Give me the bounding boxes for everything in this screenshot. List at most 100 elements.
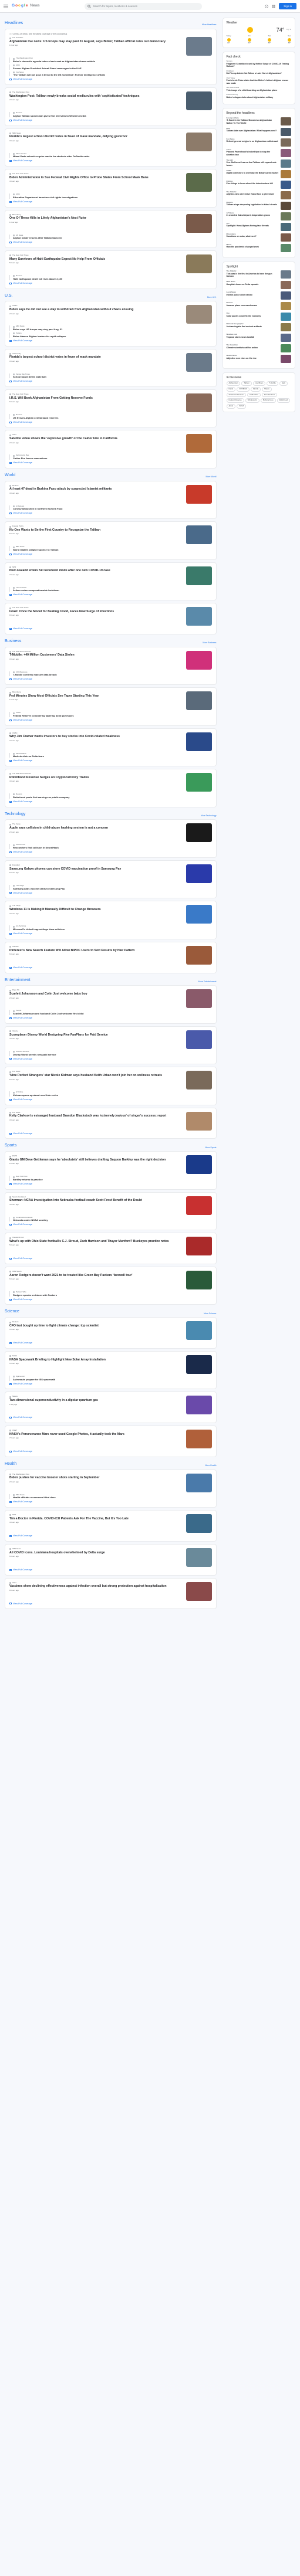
story-headline[interactable]: Aaron Rodgers doesn't want 2021 to be tr… [9, 1274, 181, 1278]
full-coverage-link[interactable]: View Full Coverage [9, 678, 212, 681]
sidebar-story-thumbnail[interactable] [281, 333, 291, 342]
sidebar-story[interactable]: Vox Spotlight: How Afghans fleeing face t… [227, 222, 291, 231]
related-story[interactable]: CNN Education Department launches civil r… [9, 193, 212, 199]
related-headline[interactable]: Health officials recommend third dose [13, 1496, 212, 1499]
full-coverage-label[interactable]: View Full Coverage [13, 1342, 32, 1345]
full-coverage-link[interactable]: View Full Coverage [9, 340, 212, 342]
coverage-text[interactable]: COVID-19 news: See the latest coverage o… [13, 33, 68, 35]
sidebar-story-thumbnail[interactable] [281, 312, 291, 321]
sidebar-story-thumbnail[interactable] [281, 280, 291, 289]
sidebar-story-thumbnail[interactable] [281, 159, 291, 168]
full-coverage-label[interactable]: View Full Coverage [13, 1017, 32, 1020]
story-thumbnail[interactable] [186, 91, 212, 111]
story-thumbnail[interactable] [186, 1270, 212, 1289]
related-headline[interactable]: Biden's domestic agenda takes a back sea… [13, 60, 212, 63]
story-thumbnail[interactable] [186, 864, 212, 883]
sidebar-story-thumbnail[interactable] [281, 344, 291, 352]
sidebar-story[interactable]: The Guardian Climate scientists call for … [227, 344, 291, 352]
lead-story[interactable]: USA Today Florida's largest school distri… [9, 352, 212, 372]
fact-check-claim[interactable]: Fragment Scrambled used by Nether Surge … [227, 63, 291, 68]
section-title[interactable]: Business [5, 639, 21, 644]
lead-story[interactable]: Bloomberg Fed Minutes Show Most Officials… [9, 691, 212, 711]
source-name[interactable]: Foreign Policy [12, 525, 23, 528]
related-source-name[interactable]: Orlando Sentinel [16, 1050, 29, 1053]
topic-chip[interactable]: Kabul [226, 386, 236, 392]
source-name[interactable]: The Verge [12, 905, 21, 907]
source-name[interactable]: CNN [12, 1581, 16, 1584]
related-headline[interactable]: Biden says US troops may stay past Aug. … [13, 328, 212, 331]
sidebar-story-thumbnail[interactable] [281, 117, 291, 125]
sidebar-story[interactable]: Fox News Retired general weighs in on Afg… [227, 138, 291, 147]
related-headline[interactable]: World leaders weigh response to Taliban [13, 548, 212, 551]
source-name[interactable]: ESPN [12, 1155, 17, 1158]
related-story[interactable]: Ars Technica Microsoft's default app sett… [9, 925, 212, 931]
sidebar-story-thumbnail[interactable] [281, 148, 291, 157]
sidebar-story-thumbnail[interactable] [281, 323, 291, 331]
lead-story[interactable]: CBS Sports Aaron Rodgers doesn't want 202… [9, 1270, 212, 1289]
source-name[interactable]: Variety [12, 1030, 18, 1033]
full-coverage-label[interactable]: View Full Coverage [13, 1603, 32, 1606]
full-coverage-label[interactable]: View Full Coverage [13, 892, 32, 895]
lead-story[interactable]: The New York Times Israel: Once the Model… [9, 606, 212, 626]
related-story[interactable]: Reuters Afghan Taliban spokesman gives fi… [9, 111, 212, 117]
lead-story[interactable]: CNBC Why Jim Cramer wants investors to bu… [9, 732, 212, 751]
story-headline[interactable]: What's up with Ohio State football's C.J… [9, 1240, 181, 1244]
full-coverage-label[interactable]: View Full Coverage [13, 512, 32, 515]
related-story[interactable]: Reuters US freezes Afghan central bank re… [9, 413, 212, 419]
sidebar-story[interactable]: Local News Interim police chief named [227, 291, 291, 300]
sidebar-story[interactable]: The Hill Sen. McConnell warns that Taliba… [227, 159, 291, 168]
full-coverage-link[interactable]: View Full Coverage [9, 932, 212, 935]
story-headline[interactable]: Israel: Once the Model for Beating Covid… [9, 610, 181, 614]
source-name[interactable]: The Washington Post [12, 1473, 29, 1476]
related-story[interactable]: Al Jazeera Convoy ambushed in northern Bu… [9, 505, 212, 511]
sidebar-story[interactable]: CNBC Digital collectors to overload the B… [227, 169, 291, 178]
full-coverage-label[interactable]: View Full Coverage [13, 1183, 32, 1186]
related-story[interactable]: The Guardian Ardern orders snap nationwid… [9, 586, 212, 592]
lead-story[interactable]: Fox News 'Nine Perfect Strangers' star Ni… [9, 1070, 212, 1090]
more-link[interactable]: More Entertainment [198, 980, 217, 983]
sidebar-story-headline[interactable]: Solar panels could fix the economy [227, 315, 278, 317]
story-thumbnail[interactable] [186, 566, 212, 585]
source-name[interactable]: NBC News [12, 132, 21, 135]
search-input[interactable] [93, 5, 193, 8]
related-headline[interactable]: Convoy ambushed in northern Burkina Faso [13, 507, 212, 510]
related-headline[interactable]: Education Department launches civil righ… [13, 196, 212, 199]
full-coverage-link[interactable]: View Full Coverage [9, 851, 212, 854]
lead-story[interactable]: ESPN Giants GM Dave Gettleman says he 'ab… [9, 1155, 212, 1175]
sidebar-story[interactable]: Bloomberg Sanctions on cuba, what next? [227, 233, 291, 242]
story-headline[interactable]: All COVID icons. Louisiana hospitals ove… [9, 1551, 181, 1555]
story-thumbnail[interactable] [186, 254, 212, 274]
full-coverage-link[interactable]: View Full Coverage [9, 1223, 212, 1226]
section-title[interactable]: World [5, 473, 15, 478]
full-coverage-label[interactable]: View Full Coverage [13, 966, 32, 969]
topic-chip[interactable]: Scarlett Johansson [226, 392, 247, 398]
full-coverage-label[interactable]: View Full Coverage [13, 1416, 32, 1419]
story-headline[interactable]: Biden Administration to Sue Federal Civi… [9, 176, 181, 180]
lead-story[interactable]: Reuters CFO last bought up time to fight … [9, 1321, 212, 1340]
lead-story[interactable]: The Washington Post Biden pushes for vacc… [9, 1473, 212, 1492]
source-name[interactable]: CNET [12, 1429, 17, 1432]
related-story[interactable]: Omaha World-Herald Nebraska under NCAA sc… [9, 1216, 212, 1222]
story-headline[interactable]: Biden pushes for vaccine booster shots s… [9, 1476, 181, 1480]
coverage-banner[interactable]: ⓘ COVID-19 news: See the latest coverage … [9, 33, 212, 35]
section-title[interactable]: Health [5, 1462, 16, 1467]
lead-story[interactable]: Page Six Scarlett Johansson and Colin Jos… [9, 989, 212, 1009]
story-thumbnail[interactable] [186, 132, 212, 151]
sidebar-story-headline[interactable]: Archaeologists find ancient artifacts [227, 325, 278, 328]
story-headline[interactable]: Two-dimensional superconductivity in a d… [9, 1399, 181, 1403]
story-thumbnail[interactable] [186, 1396, 212, 1415]
topic-chip[interactable]: Florida [251, 386, 261, 392]
full-coverage-label[interactable]: View Full Coverage [13, 1058, 32, 1061]
full-coverage-link[interactable]: View Full Coverage [9, 1017, 212, 1020]
sidebar-story-thumbnail[interactable] [281, 222, 291, 231]
lead-story[interactable]: The New York Times Many Survivors of Hait… [9, 254, 212, 274]
related-story[interactable]: Packers Wire Rodgers speaks on future wit… [9, 1291, 212, 1297]
full-coverage-label[interactable]: View Full Coverage [13, 241, 32, 244]
story-thumbnail[interactable] [186, 352, 212, 372]
topic-chip[interactable]: Windows 11 [245, 398, 259, 403]
fact-check-item[interactable]: USA Today Fact check: False claim that Jo… [227, 77, 291, 85]
related-headline[interactable]: Haiti earthquake death toll rises above … [13, 277, 212, 280]
full-coverage-label[interactable]: View Full Coverage [13, 340, 32, 342]
related-headline[interactable]: Ardern orders snap nationwide lockdown [13, 589, 212, 592]
source-name[interactable]: CNN [12, 434, 16, 436]
